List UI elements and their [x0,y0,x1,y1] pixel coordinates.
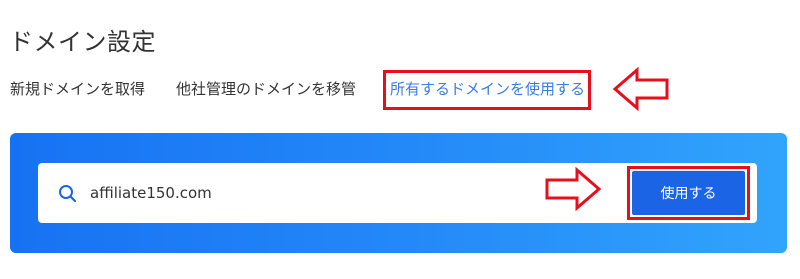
right-arrow-icon [545,166,602,212]
page-title: ドメイン設定 [9,28,156,56]
search-icon [59,185,77,203]
tab-register-new-domain[interactable]: 新規ドメインを取得 [10,78,145,99]
left-arrow-icon [612,66,669,112]
use-domain-button[interactable]: 使用する [632,171,745,215]
tab-transfer-domain[interactable]: 他社管理のドメインを移管 [176,78,356,99]
domain-input[interactable] [90,175,530,211]
tab-highlight-box [383,70,591,110]
